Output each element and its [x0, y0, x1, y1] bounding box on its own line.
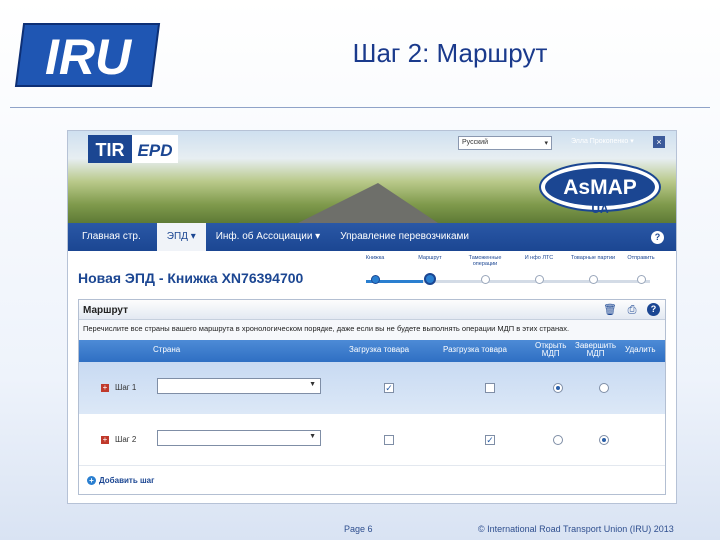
add-step-label: Добавить шаг — [99, 476, 155, 485]
col-close-line2: МДП — [586, 349, 605, 358]
asmap-logo-text: AsMAP — [563, 176, 637, 199]
loading-checkbox[interactable]: ✓ — [384, 383, 394, 393]
nav-association-info[interactable]: Инф. об Ассоциации ▾ — [206, 223, 330, 251]
chevron-down-icon: ▾ — [630, 138, 634, 145]
open-mdp-radio[interactable] — [553, 435, 563, 445]
wizard-step-dot — [480, 275, 490, 284]
title-divider — [10, 107, 710, 108]
page-number: Page 6 — [344, 524, 373, 534]
document-title: Новая ЭПД - Книжка XN76394700 — [78, 270, 304, 286]
epd-logo-text: EPD — [138, 141, 173, 160]
unloading-checkbox[interactable] — [485, 383, 495, 393]
wizard-step-booklet[interactable]: Книжка — [348, 255, 402, 284]
loading-checkbox[interactable] — [384, 435, 394, 445]
wizard-step-vehicle-info[interactable]: И нфо ЛТС — [512, 255, 566, 284]
wizard-step-goods[interactable]: Товарные партии — [566, 255, 620, 284]
wizard-step-dot — [424, 273, 436, 285]
wizard-step-customs[interactable]: Таможенные операции — [458, 255, 512, 284]
add-step-button[interactable]: + Добавить шаг — [87, 476, 154, 485]
wizard-step-dot — [534, 275, 544, 284]
user-name: Элла Прокопенко — [571, 138, 629, 145]
wizard-step-label: Отправить — [627, 255, 655, 261]
plus-icon: + — [87, 476, 96, 485]
col-loading: Загрузка товара — [349, 345, 410, 354]
nav-epd[interactable]: ЭПД ▾ — [156, 223, 206, 251]
tir-epd-logo: TIR EPD — [88, 135, 178, 163]
asmap-logo: AsMAP UA — [539, 162, 661, 216]
wizard-step-dot — [370, 275, 380, 284]
country-select[interactable]: ▼ — [157, 378, 321, 394]
route-instructions: Перечислите все страны вашего маршрута в… — [79, 320, 665, 340]
wizard-step-dot — [636, 275, 646, 284]
wizard-step-dot — [588, 275, 598, 284]
wizard-step-label: Таможенные операции — [468, 255, 502, 267]
chevron-down-icon: ▼ — [309, 433, 316, 440]
open-mdp-radio[interactable] — [553, 383, 563, 393]
tir-logo-text: TIR — [96, 140, 125, 160]
asmap-logo-sub: UA — [591, 202, 609, 216]
nav-home[interactable]: Главная стр. — [72, 223, 151, 251]
wizard-step-send[interactable]: Отправить — [614, 255, 668, 284]
route-row: + Шаг 1 ▼ ✓ — [79, 362, 665, 414]
country-select[interactable]: ▼ — [157, 430, 321, 446]
wizard-step-label: Маршрут — [418, 255, 442, 261]
route-panel-header: Маршрут 🗑 ⎙ ? — [79, 300, 665, 320]
col-unloading: Разгрузка товара — [443, 345, 507, 354]
iru-logo-text: IRU — [45, 29, 133, 85]
col-country: Страна — [153, 345, 181, 354]
user-menu[interactable]: Элла Прокопенко ▾ — [571, 137, 634, 145]
main-nav: Главная стр. ЭПД ▾ Инф. об Ассоциации ▾ … — [68, 223, 676, 251]
col-delete: Удалить — [625, 345, 656, 354]
col-close-mdp: Завершить МДП — [575, 342, 616, 358]
road-image — [298, 183, 438, 223]
wizard-step-label: И нфо ЛТС — [524, 255, 554, 261]
route-panel: Маршрут 🗑 ⎙ ? Перечислите все страны ваш… — [78, 299, 666, 495]
help-icon[interactable]: ? — [651, 230, 664, 244]
expand-icon[interactable]: + — [101, 384, 109, 392]
close-mdp-radio[interactable] — [599, 383, 609, 393]
wizard-step-label: Книжка — [365, 255, 385, 261]
help-icon[interactable]: ? — [647, 303, 660, 316]
print-icon[interactable]: ⎙ — [625, 303, 639, 317]
unloading-checkbox[interactable]: ✓ — [485, 435, 495, 445]
iru-logo: IRU — [14, 23, 161, 87]
wizard-progress: Книжка Маршрут Таможенные операции И нфо… — [348, 255, 668, 285]
row-step-name: Шаг 2 — [115, 435, 137, 444]
trash-icon[interactable]: 🗑 — [603, 303, 617, 317]
slide-title: Шаг 2: Маршрут — [352, 38, 548, 68]
expand-icon[interactable]: + — [101, 436, 109, 444]
chevron-down-icon: ▾ — [544, 140, 548, 147]
route-panel-title: Маршрут — [83, 305, 129, 316]
close-icon[interactable]: × — [653, 136, 665, 148]
chevron-down-icon: ▼ — [309, 381, 316, 388]
route-table-header: Страна Загрузка товара Разгрузка товара … — [79, 340, 665, 362]
route-row: + Шаг 2 ▼ ✓ — [79, 414, 665, 466]
row-step-name: Шаг 1 — [115, 383, 137, 392]
language-select[interactable]: Русский ▾ — [458, 136, 552, 150]
wizard-step-label: Товарные партии — [570, 255, 616, 261]
copyright: © International Road Transport Union (IR… — [478, 524, 674, 534]
wizard-step-route[interactable]: Маршрут — [403, 255, 457, 285]
language-value: Русский — [462, 139, 488, 146]
col-open-mdp: Открыть МДП — [535, 342, 566, 358]
close-mdp-radio[interactable] — [599, 435, 609, 445]
nav-carrier-management[interactable]: Управление перевозчиками — [330, 223, 479, 251]
col-open-line2: МДП — [541, 349, 560, 358]
app-screenshot: TIR EPD Русский ▾ Элла Прокопенко ▾ × As… — [67, 130, 677, 504]
